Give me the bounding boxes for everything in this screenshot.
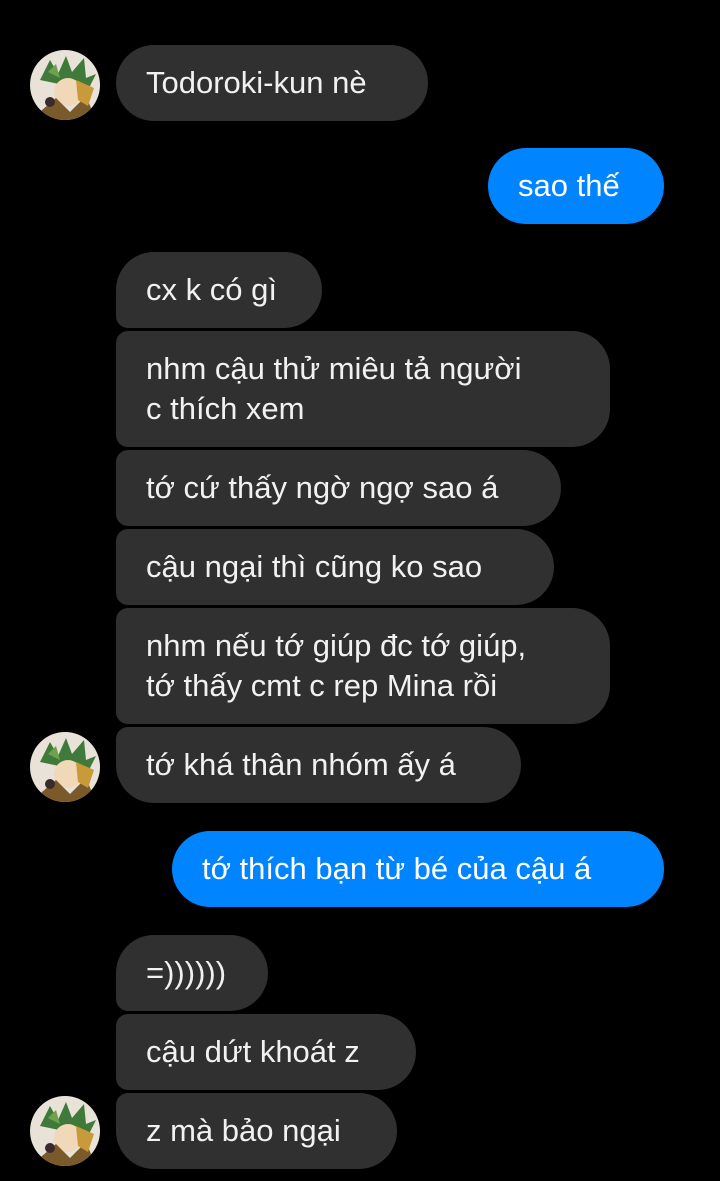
message-line: tớ thấy cmt c rep Mina rồi xyxy=(146,668,498,703)
outgoing-message-bubble[interactable]: sao thế xyxy=(488,148,664,224)
message-line: nhm cậu thử miêu tả người xyxy=(146,351,522,386)
incoming-message-bubble[interactable]: cx k có gì xyxy=(116,252,322,328)
contact-avatar-icon[interactable] xyxy=(30,50,100,120)
message-line: c thích xem xyxy=(146,391,305,426)
message-line: nhm nếu tớ giúp đc tớ giúp, xyxy=(146,628,527,663)
incoming-message-bubble[interactable]: nhm cậu thử miêu tả người c thích xem xyxy=(116,331,610,447)
contact-avatar-icon[interactable] xyxy=(30,732,100,802)
incoming-message-bubble[interactable]: z mà bảo ngại xyxy=(116,1093,397,1169)
incoming-message-bubble[interactable]: cậu dứt khoát z xyxy=(116,1014,416,1090)
incoming-message-bubble[interactable]: =)))))) xyxy=(116,935,268,1011)
incoming-message-bubble[interactable]: tớ cứ thấy ngờ ngợ sao á xyxy=(116,450,561,526)
incoming-message-bubble[interactable]: nhm nếu tớ giúp đc tớ giúp, tớ thấy cmt … xyxy=(116,608,610,724)
contact-avatar-icon[interactable] xyxy=(30,1096,100,1166)
incoming-message-bubble[interactable]: tớ khá thân nhóm ấy á xyxy=(116,727,521,803)
incoming-message-bubble[interactable]: Todoroki-kun nè xyxy=(116,45,428,121)
incoming-message-bubble[interactable]: cậu ngại thì cũng ko sao xyxy=(116,529,554,605)
outgoing-message-bubble[interactable]: tớ thích bạn từ bé của cậu á xyxy=(172,831,664,907)
